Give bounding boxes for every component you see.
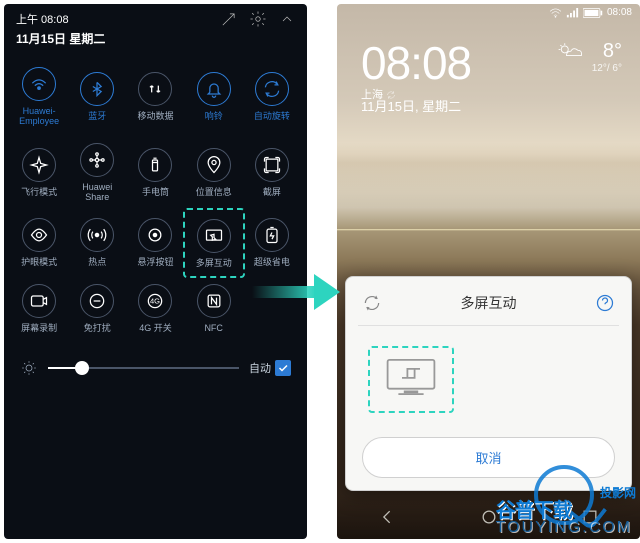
qs-tile-eye[interactable]: 护眼模式 [10, 210, 68, 275]
qs-tile-float[interactable]: 悬浮按钮 [126, 210, 184, 275]
status-time: 上午 08:08 [16, 11, 69, 27]
qs-tile-label: 热点 [88, 257, 106, 267]
qs-tile-label: 4G 开关 [139, 323, 172, 333]
weather-widget[interactable]: 8° 12°/ 6° [556, 40, 622, 74]
edit-icon[interactable] [220, 11, 237, 28]
qs-tile-record[interactable]: 屏幕录制 [10, 276, 68, 341]
brightness-row: 自动 [4, 345, 307, 391]
cast-icon [197, 219, 231, 253]
eye-icon [22, 218, 56, 252]
brightness-slider[interactable] [48, 367, 239, 369]
qs-tile-label: 移动数据 [137, 111, 173, 121]
qs-tile-location[interactable]: 位置信息 [185, 135, 243, 211]
wifi-icon [22, 67, 56, 101]
qs-tile-label: 护眼模式 [21, 257, 57, 267]
cast-dialog: 多屏互动 取消 [345, 276, 632, 491]
collapse-icon[interactable] [279, 11, 295, 27]
nav-back-icon[interactable] [378, 507, 398, 527]
qs-tile-label: Huawei Share [72, 182, 122, 203]
qs-tile-label: Huawei- Employee [19, 106, 59, 127]
nfc-icon [197, 284, 231, 318]
status-bar: 08:08 [337, 4, 640, 21]
lock-date: 11月15日, 星期二 [361, 96, 461, 115]
qs-tile-label: 飞行模式 [21, 187, 57, 197]
qs-tile-label: 位置信息 [196, 187, 232, 197]
torch-icon [138, 148, 172, 182]
qs-tile-bluetooth[interactable]: 蓝牙 [68, 59, 126, 135]
qs-tile-label: 悬浮按钮 [137, 257, 173, 267]
brightness-icon [20, 359, 38, 377]
refresh-icon[interactable] [362, 293, 382, 313]
qs-tile-data[interactable]: 移动数据 [126, 59, 184, 135]
share-icon [80, 143, 114, 177]
gear-icon[interactable] [249, 10, 267, 28]
panel-date: 11月15日 星期二 [4, 30, 307, 55]
qs-tile-airplane[interactable]: 飞行模式 [10, 135, 68, 211]
qs-tile-label: 蓝牙 [88, 111, 106, 121]
bell-icon [197, 72, 231, 106]
svg-text:4G: 4G [150, 296, 160, 305]
qs-tile-battery[interactable]: 超级省电 [243, 210, 301, 275]
status-time: 08:08 [607, 7, 632, 18]
watermark-text: 谷普下载 TOUYING.COM [496, 494, 632, 533]
qs-tile-label: 多屏互动 [196, 258, 232, 268]
weather-icon [556, 40, 584, 64]
record-icon [22, 284, 56, 318]
qs-tile-nfc[interactable]: NFC [185, 276, 243, 341]
dnd-icon [80, 284, 114, 318]
rotate-icon [255, 72, 289, 106]
brightness-auto-toggle[interactable]: 自动 [249, 360, 291, 376]
qs-tile-label: 免打扰 [84, 323, 111, 333]
lock-screen: t u y i n g . c o m 08:08 08:08 上海 11月15… [337, 4, 640, 539]
qs-tile-label: 屏幕录制 [21, 323, 57, 333]
qs-tile-cast[interactable]: 多屏互动 [183, 208, 245, 277]
qs-tile-label: 超级省电 [254, 257, 290, 267]
help-icon[interactable] [595, 293, 615, 313]
qs-tile-label: 响铃 [205, 111, 223, 121]
airplane-icon [22, 148, 56, 182]
battery-icon [583, 8, 603, 18]
data-icon [138, 72, 172, 106]
qs-tile-screenshot[interactable]: 截屏 [243, 135, 301, 211]
qs-tile-label: 截屏 [263, 187, 281, 197]
wifi-icon [549, 8, 562, 18]
lock-clock: 08:08 上海 [361, 36, 471, 102]
monitor-cast-icon [384, 356, 438, 398]
dialog-title: 多屏互动 [382, 293, 595, 313]
qs-tile-rotate[interactable]: 自动旋转 [243, 59, 301, 135]
screenshot-icon [255, 148, 289, 182]
bluetooth-icon [80, 72, 114, 106]
status-row: 上午 08:08 [4, 4, 307, 30]
hotspot-icon [80, 218, 114, 252]
qs-tile-dnd[interactable]: 免打扰 [68, 276, 126, 341]
4g-icon: 4G [138, 284, 172, 318]
qs-tile-torch[interactable]: 手电筒 [126, 135, 184, 211]
qs-tile-label: 手电筒 [142, 187, 169, 197]
qs-tile-label: NFC [204, 323, 223, 333]
cast-device[interactable] [368, 346, 454, 413]
qs-tile-share[interactable]: Huawei Share [68, 135, 126, 211]
float-icon [138, 218, 172, 252]
location-icon [197, 148, 231, 182]
signal-icon [566, 8, 579, 18]
qs-tile-hotspot[interactable]: 热点 [68, 210, 126, 275]
qs-tile-bell[interactable]: 响铃 [185, 59, 243, 135]
arrow-icon [252, 270, 342, 314]
qs-tile-wifi[interactable]: Huawei- Employee [10, 59, 68, 135]
qs-tile-4g[interactable]: 4G 4G 开关 [126, 276, 184, 341]
qs-tile-label: 自动旋转 [254, 111, 290, 121]
battery-icon [255, 218, 289, 252]
checkmark-icon [275, 360, 291, 376]
